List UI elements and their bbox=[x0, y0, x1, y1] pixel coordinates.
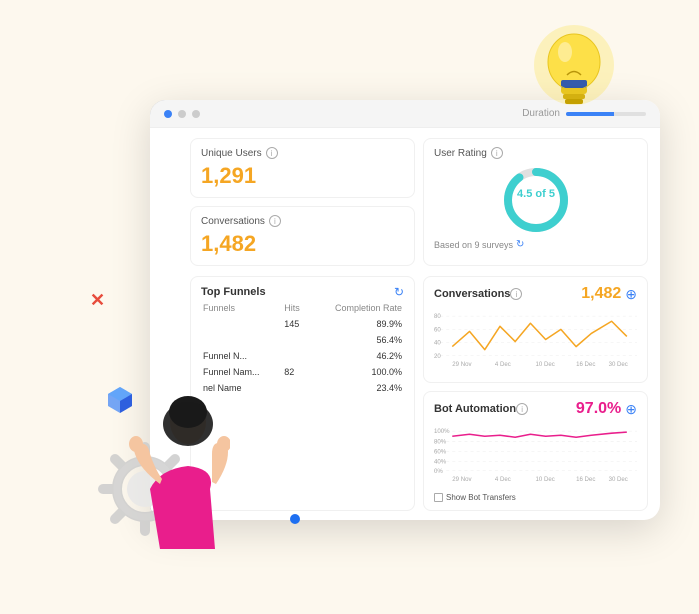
conversations-info-icon[interactable]: i bbox=[269, 215, 281, 227]
user-rating-info-icon[interactable]: i bbox=[491, 147, 503, 159]
svg-text:16 Dec: 16 Dec bbox=[576, 361, 595, 368]
table-row: 56.4% bbox=[203, 333, 402, 347]
user-rating-label: User Rating bbox=[434, 148, 487, 159]
conversations-label: Conversations bbox=[201, 216, 265, 227]
show-transfers-checkbox[interactable] bbox=[434, 493, 443, 502]
metrics-grid: Unique Users i 1,291 Conversations i 1,4… bbox=[178, 128, 660, 276]
svg-text:16 Dec: 16 Dec bbox=[576, 476, 595, 483]
header-dot-blue bbox=[164, 110, 172, 118]
user-rating-label-row: User Rating i bbox=[434, 147, 503, 159]
funnel-hits-cell bbox=[284, 333, 306, 347]
svg-text:30 Dec: 30 Dec bbox=[609, 476, 628, 483]
blue-dot-decoration bbox=[290, 514, 300, 524]
funnel-rate-cell: 89.9% bbox=[308, 317, 402, 331]
bot-automation-value: 97.0% bbox=[576, 400, 621, 418]
donut-container: 4.5 of 5 bbox=[434, 165, 637, 235]
conversations-chart-header: Conversations i 1,482 ⊕ bbox=[434, 285, 637, 303]
conversations-label-row: Conversations i bbox=[201, 215, 404, 227]
conversations-chart-box: Conversations i 1,482 ⊕ 80 60 40 20 bbox=[423, 276, 648, 383]
funnels-col-hits: Hits bbox=[284, 301, 306, 315]
svg-text:4 Dec: 4 Dec bbox=[495, 476, 511, 483]
person-decoration bbox=[120, 394, 230, 554]
funnel-name-cell: Funnel N... bbox=[203, 349, 282, 363]
x-decoration: ✕ bbox=[90, 290, 105, 311]
bot-automation-box: Bot Automation i 97.0% ⊕ 100% 80% 60% 40… bbox=[423, 391, 648, 511]
rating-sub-text: Based on 9 surveys ↻ bbox=[434, 239, 524, 250]
svg-text:30 Dec: 30 Dec bbox=[609, 361, 628, 368]
conv-chart-arrow-icon[interactable]: ⊕ bbox=[625, 286, 637, 303]
svg-text:0%: 0% bbox=[434, 468, 443, 475]
rating-donut-chart: 4.5 of 5 bbox=[501, 165, 571, 235]
unique-users-info-icon[interactable]: i bbox=[266, 147, 278, 159]
conversations-chart-value: 1,482 bbox=[581, 285, 621, 303]
funnel-rate-cell: 46.2% bbox=[308, 349, 402, 363]
funnel-name-cell: nel Name bbox=[203, 381, 282, 395]
conversations-line-chart: 80 60 40 20 29 Nov 4 Dec 10 Dec 16 Dec 3… bbox=[434, 309, 637, 369]
conversations-value: 1,482 bbox=[201, 231, 404, 257]
bot-chart-info-icon[interactable]: i bbox=[516, 403, 528, 415]
bot-chart-label: Bot Automation bbox=[434, 403, 516, 415]
bottom-panels: Top Funnels ↻ Funnels Hits Completion Ra… bbox=[178, 276, 660, 520]
funnel-name-cell bbox=[203, 333, 282, 347]
svg-text:80%: 80% bbox=[434, 438, 447, 445]
conversations-metric-box: Conversations i 1,482 bbox=[190, 206, 415, 266]
funnel-rate-cell: 100.0% bbox=[308, 365, 402, 379]
svg-text:60%: 60% bbox=[434, 448, 447, 455]
funnels-refresh-icon[interactable]: ↻ bbox=[394, 285, 404, 299]
funnels-header: Top Funnels ↻ bbox=[201, 285, 404, 299]
right-charts-column: Conversations i 1,482 ⊕ 80 60 40 20 bbox=[423, 276, 648, 511]
funnel-rate-cell: 56.4% bbox=[308, 333, 402, 347]
rating-refresh-icon[interactable]: ↻ bbox=[516, 239, 524, 250]
svg-text:10 Dec: 10 Dec bbox=[536, 361, 555, 368]
svg-text:29 Nov: 29 Nov bbox=[452, 476, 472, 483]
funnel-hits-cell bbox=[284, 349, 306, 363]
svg-text:20: 20 bbox=[434, 353, 441, 360]
unique-users-label-row: Unique Users i bbox=[201, 147, 404, 159]
svg-text:40%: 40% bbox=[434, 459, 447, 466]
funnel-name-cell bbox=[203, 317, 282, 331]
unique-users-box: Unique Users i 1,291 bbox=[190, 138, 415, 198]
funnel-hits-cell: 82 bbox=[284, 365, 306, 379]
conversations-chart-label: Conversations bbox=[434, 288, 510, 300]
svg-text:10 Dec: 10 Dec bbox=[536, 476, 555, 483]
table-row: Funnel Nam... 82 100.0% bbox=[203, 365, 402, 379]
funnel-name-cell: Funnel Nam... bbox=[203, 365, 282, 379]
header-dot-gray2 bbox=[192, 110, 200, 118]
funnel-hits-cell bbox=[284, 381, 306, 395]
bulb-decoration bbox=[529, 20, 619, 130]
conv-chart-info-icon[interactable]: i bbox=[510, 288, 522, 300]
table-row: 145 89.9% bbox=[203, 317, 402, 331]
bot-chart-arrow-icon[interactable]: ⊕ bbox=[625, 401, 637, 418]
svg-text:4.5 of 5: 4.5 of 5 bbox=[517, 188, 555, 200]
show-bot-transfers-row: Show Bot Transfers bbox=[434, 493, 637, 502]
svg-text:100%: 100% bbox=[434, 428, 450, 435]
funnel-hits-cell: 145 bbox=[284, 317, 306, 331]
funnel-rate-cell: 23.4% bbox=[308, 381, 402, 395]
funnels-col-funnels: Funnels bbox=[203, 301, 282, 315]
header-dot-gray1 bbox=[178, 110, 186, 118]
funnels-col-rate: Completion Rate bbox=[308, 301, 402, 315]
rating-sub-label: Based on 9 surveys bbox=[434, 240, 513, 250]
funnels-title: Top Funnels bbox=[201, 286, 266, 298]
svg-text:4 Dec: 4 Dec bbox=[495, 361, 511, 368]
unique-users-value: 1,291 bbox=[201, 163, 404, 189]
table-row: Funnel N... 46.2% bbox=[203, 349, 402, 363]
svg-text:60: 60 bbox=[434, 326, 441, 333]
show-transfers-label: Show Bot Transfers bbox=[446, 493, 516, 502]
funnels-table: Funnels Hits Completion Rate 145 89.9% 5… bbox=[201, 299, 404, 397]
svg-text:40: 40 bbox=[434, 340, 441, 347]
svg-text:80: 80 bbox=[434, 313, 441, 320]
svg-text:29 Nov: 29 Nov bbox=[452, 361, 472, 368]
bot-chart-header: Bot Automation i 97.0% ⊕ bbox=[434, 400, 637, 418]
table-row: nel Name 23.4% bbox=[203, 381, 402, 395]
bot-line-chart: 100% 80% 60% 40% 0% 29 Nov 4 Dec 10 Dec … bbox=[434, 424, 637, 484]
unique-users-label: Unique Users bbox=[201, 148, 262, 159]
user-rating-box: User Rating i 4.5 of 5 Based on 9 survey… bbox=[423, 138, 648, 266]
